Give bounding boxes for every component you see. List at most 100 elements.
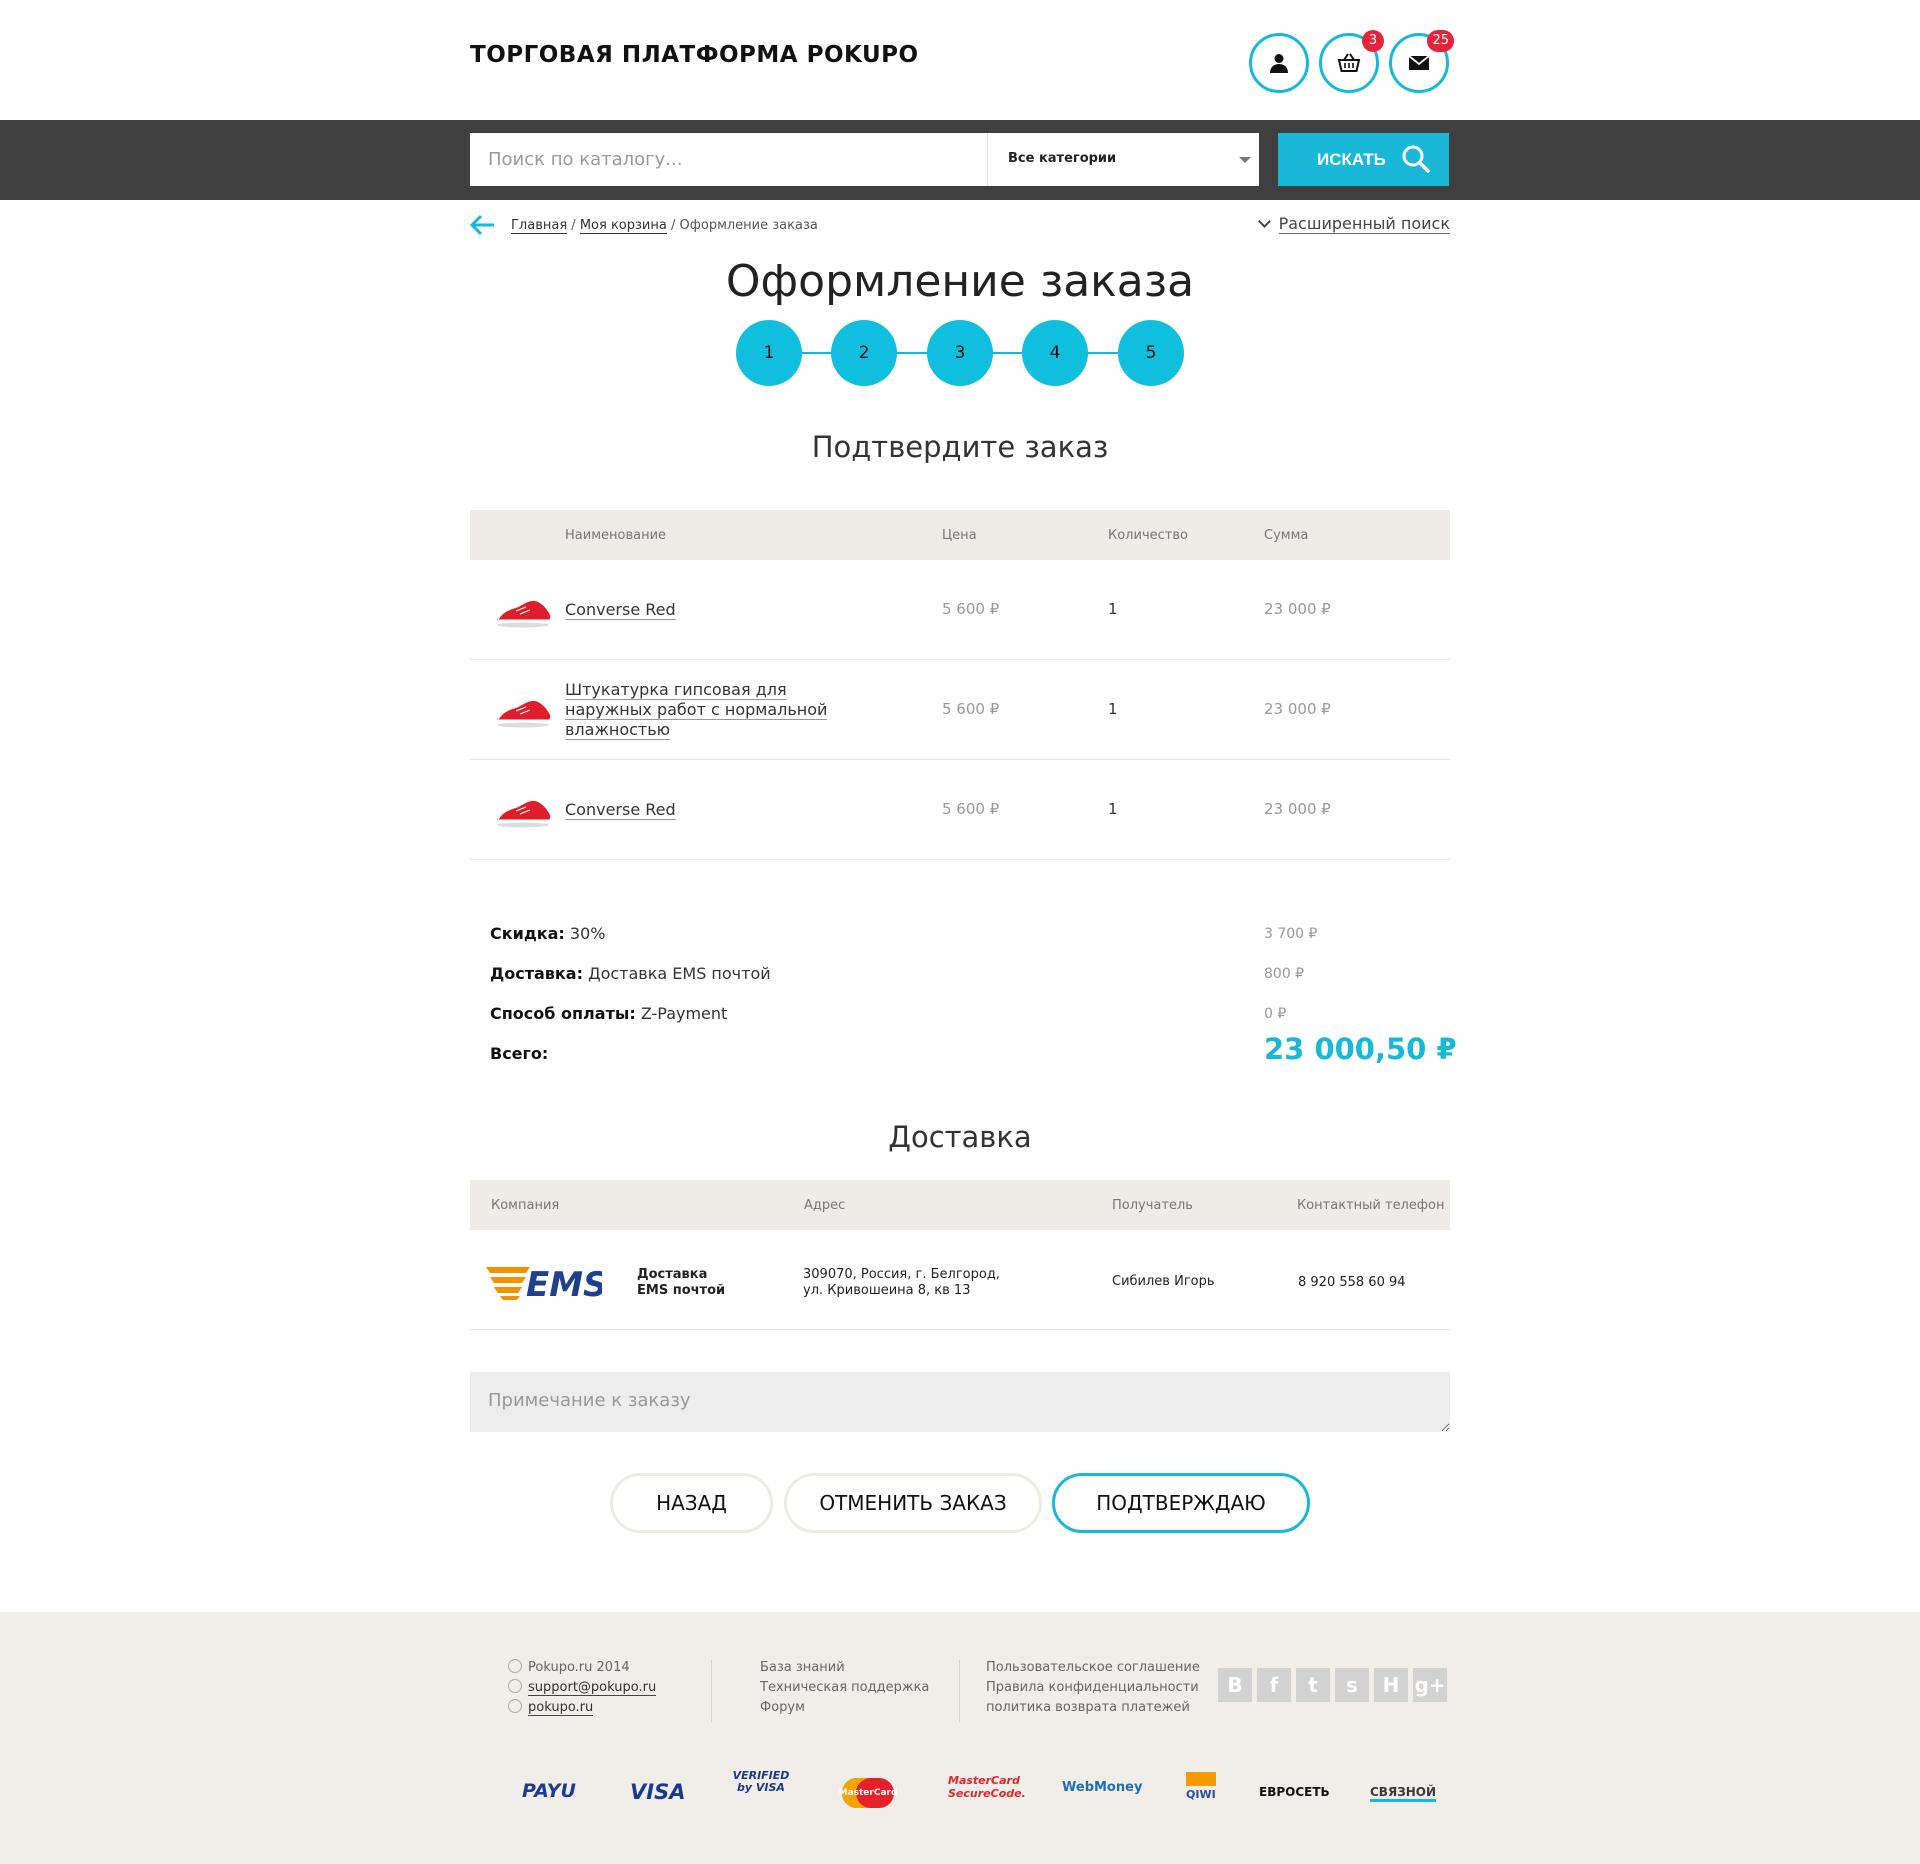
discount-amount: 3 700 ₽ xyxy=(1264,926,1318,942)
euroset-logo: ЕВРОСЕТЬ xyxy=(1259,1785,1330,1799)
footer-contacts: Pokupo.ru 2014 support@pokupo.ru pokupo.… xyxy=(508,1658,657,1718)
payu-logo: PAYU xyxy=(522,1780,576,1802)
vk-icon[interactable]: B xyxy=(1218,1668,1252,1702)
footer-link-support[interactable]: Техническая поддержка xyxy=(760,1678,929,1698)
step-1[interactable]: 1 xyxy=(736,320,802,386)
product-thumbnail[interactable] xyxy=(494,696,552,728)
step-5[interactable]: 5 xyxy=(1118,320,1184,386)
advanced-search-label: Расширенный поиск xyxy=(1278,214,1450,234)
delivery-table-header: Компания Адрес Получатель Контактный тел… xyxy=(470,1180,1450,1230)
google-plus-icon[interactable]: g+ xyxy=(1413,1668,1447,1702)
delivery-phone: 8 920 558 60 94 xyxy=(1298,1275,1406,1290)
site-logo[interactable]: ТОРГОВАЯ ПЛАТФОРМА POKUPO xyxy=(470,42,919,68)
breadcrumb-cart[interactable]: Моя корзина xyxy=(579,218,667,234)
col-name: Наименование xyxy=(565,528,667,543)
ems-logo-text: EMS xyxy=(526,1265,602,1301)
delivery-title: Доставка xyxy=(888,1120,1032,1154)
product-name-link[interactable]: Converse Red xyxy=(565,600,676,620)
cancel-order-label: ОТМЕНИТЬ ЗАКАЗ xyxy=(819,1491,1007,1515)
payment-label: Способ оплаты: xyxy=(490,1004,636,1023)
messages-count-badge: 25 xyxy=(1427,30,1454,52)
col-company: Компания xyxy=(491,1198,560,1213)
category-select[interactable]: Все категории xyxy=(987,133,1259,186)
cancel-order-button[interactable]: ОТМЕНИТЬ ЗАКАЗ xyxy=(784,1473,1042,1533)
footer-link-privacy[interactable]: Правила конфиденциальности xyxy=(986,1678,1200,1698)
support-email-link[interactable]: support@pokupo.ru xyxy=(528,1680,657,1696)
order-note-input[interactable] xyxy=(470,1372,1450,1432)
col-sum: Сумма xyxy=(1264,528,1309,543)
search-input[interactable] xyxy=(470,133,988,186)
delivery-label: Доставка: xyxy=(490,964,583,983)
breadcrumb-sep: / xyxy=(670,218,676,233)
cart-button[interactable]: 3 xyxy=(1319,30,1384,93)
breadcrumb-sep: / xyxy=(571,218,576,233)
discount-label: Скидка: xyxy=(490,924,565,943)
delivery-address-line2: ул. Кривошеина 8, кв 13 xyxy=(803,1283,971,1298)
product-qty: 1 xyxy=(1108,700,1118,718)
mastercard-logo: MasterCard xyxy=(839,1778,897,1808)
step-2[interactable]: 2 xyxy=(831,320,897,386)
product-name-link[interactable]: Штукатурка гипсовая для наружных работ с… xyxy=(565,680,828,740)
product-thumbnail[interactable] xyxy=(494,796,552,828)
total-label: Всего: xyxy=(490,1044,549,1063)
footer-link-user-agreement[interactable]: Пользовательское соглашение xyxy=(986,1658,1200,1678)
confirm-title: Подтвердите заказ xyxy=(811,430,1109,464)
breadcrumb-home[interactable]: Главная xyxy=(511,218,568,234)
payment-line: Способ оплаты: Z-Payment xyxy=(490,1004,727,1023)
col-recipient: Получатель xyxy=(1112,1198,1193,1213)
product-name-link[interactable]: Converse Red xyxy=(565,800,676,820)
col-qty: Количество xyxy=(1108,528,1188,543)
messages-button[interactable]: 25 xyxy=(1389,30,1454,93)
product-thumbnail[interactable] xyxy=(494,596,552,628)
advanced-search-link[interactable]: Расширенный поиск xyxy=(1257,214,1450,234)
items-table-header: Наименование Цена Количество Сумма xyxy=(470,510,1450,560)
product-sum: 23 000 ₽ xyxy=(1264,800,1331,818)
col-address: Адрес xyxy=(804,1198,846,1213)
visa-logo: VISA xyxy=(630,1780,686,1804)
product-name[interactable]: Штукатурка гипсовая для наружных работ с… xyxy=(565,680,835,740)
chevron-down-icon xyxy=(1257,215,1271,228)
twitter-icon[interactable]: t xyxy=(1296,1668,1330,1702)
delivery-company-line2: EMS почтой xyxy=(637,1283,726,1298)
step-4[interactable]: 4 xyxy=(1022,320,1088,386)
table-row: Converse Red 5 600 ₽ 1 23 000 ₽ xyxy=(470,560,1450,660)
search-button[interactable]: ИСКАТЬ xyxy=(1278,133,1449,186)
footer-link-forum[interactable]: Форум xyxy=(760,1698,929,1718)
confirm-order-button[interactable]: ПОДТВЕРЖДАЮ xyxy=(1052,1473,1310,1533)
user-icon xyxy=(1270,54,1288,73)
delivery-line: Доставка: Доставка EMS почтой xyxy=(490,964,771,983)
mail-icon xyxy=(1408,55,1430,70)
page-title: Оформление заказа xyxy=(725,256,1195,307)
back-arrow-icon[interactable] xyxy=(470,214,496,236)
product-sum: 23 000 ₽ xyxy=(1264,600,1331,618)
skype-icon xyxy=(508,1699,522,1713)
product-name[interactable]: Converse Red xyxy=(565,600,835,620)
back-button-label: НАЗАД xyxy=(656,1491,727,1515)
footer-links-legal: Пользовательское соглашение Правила конф… xyxy=(986,1658,1200,1718)
product-name[interactable]: Converse Red xyxy=(565,800,835,820)
facebook-icon[interactable]: f xyxy=(1257,1668,1291,1702)
product-price: 5 600 ₽ xyxy=(942,600,1000,618)
footer-link-refund[interactable]: политика возврата платежей xyxy=(986,1698,1200,1718)
delivery-address: 309070, Россия, г. Белгород, ул. Кривоше… xyxy=(803,1267,1000,1299)
step-3[interactable]: 3 xyxy=(927,320,993,386)
category-select-value: Все категории xyxy=(1008,151,1117,166)
cart-count-badge: 3 xyxy=(1362,30,1384,52)
footer-link-knowledge-base[interactable]: База знаний xyxy=(760,1658,929,1678)
table-row: Штукатурка гипсовая для наружных работ с… xyxy=(470,660,1450,760)
footer xyxy=(0,1612,1920,1864)
habr-icon[interactable]: H xyxy=(1374,1668,1408,1702)
profile-button[interactable] xyxy=(1249,33,1309,93)
product-qty: 1 xyxy=(1108,600,1118,618)
copyright-text: Pokupo.ru 2014 xyxy=(528,1660,630,1675)
skype-link[interactable]: pokupo.ru xyxy=(528,1700,594,1716)
footer-divider xyxy=(711,1660,712,1722)
breadcrumb: Главная / Моя корзина / Оформление заказ… xyxy=(511,218,818,234)
footer-skype: pokupo.ru xyxy=(508,1698,656,1718)
delivery-amount: 800 ₽ xyxy=(1264,966,1305,982)
product-price: 5 600 ₽ xyxy=(942,800,1000,818)
skype-social-icon[interactable]: s xyxy=(1335,1668,1369,1702)
verified-by-visa-logo: VERIFIED by VISA xyxy=(732,1769,790,1794)
back-button[interactable]: НАЗАД xyxy=(610,1473,773,1533)
discount-line: Скидка: 30% xyxy=(490,924,605,943)
